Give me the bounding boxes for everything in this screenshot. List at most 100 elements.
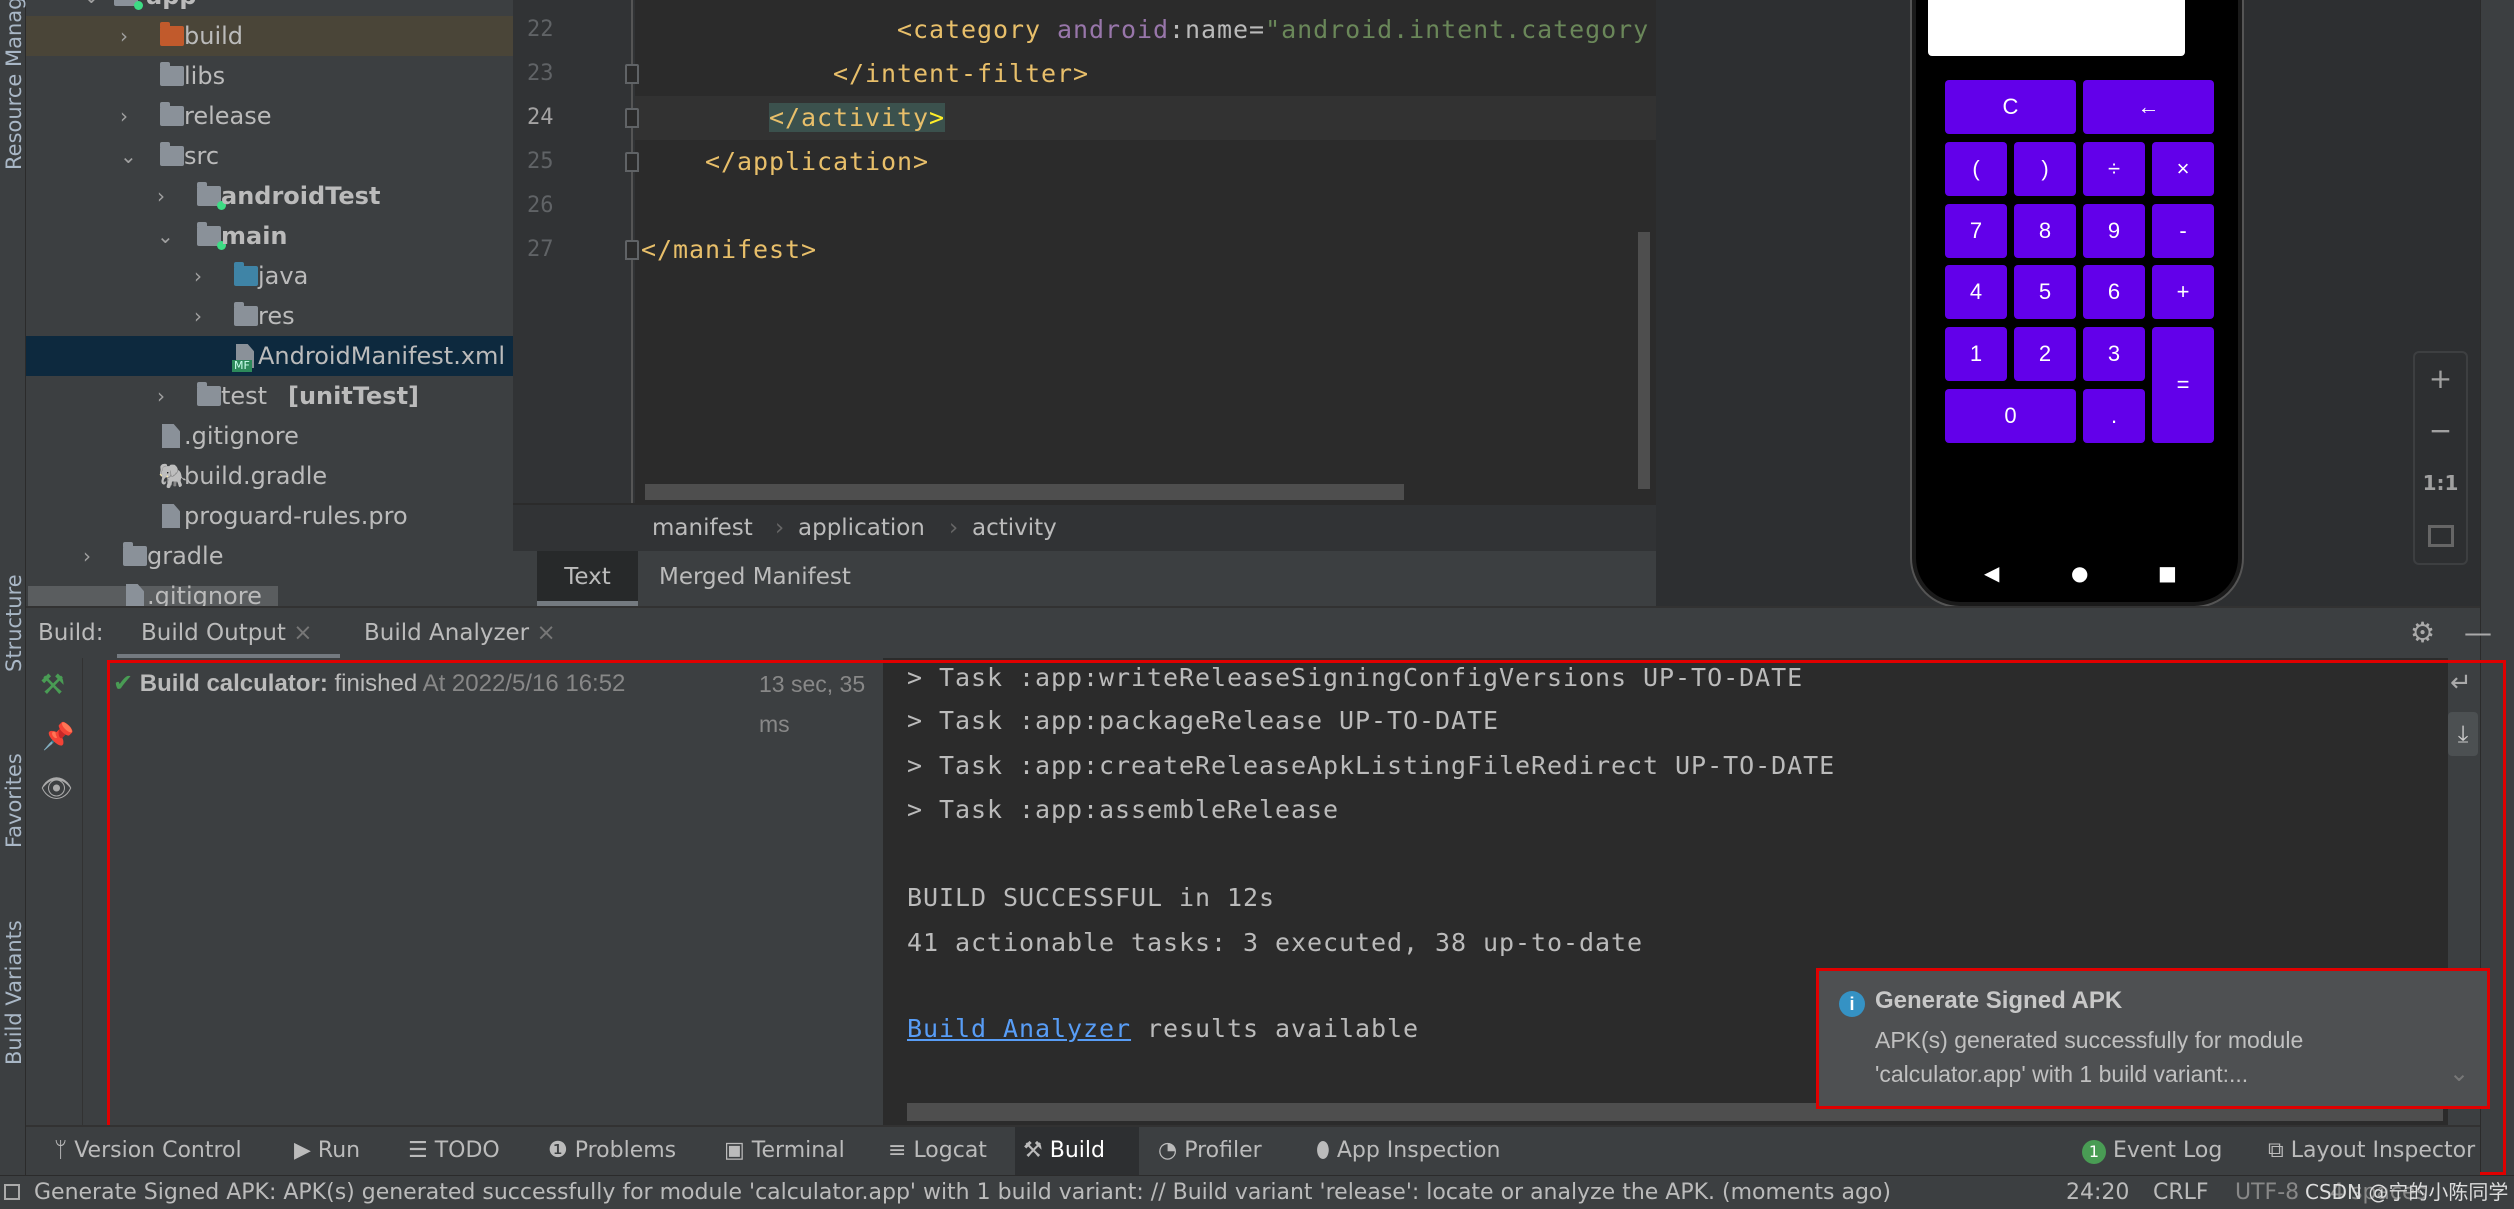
calculator-key[interactable]: 5 [2014,265,2076,319]
calculator-key[interactable]: 2 [2014,327,2076,381]
tool-todo[interactable]: ☰ TODO [400,1127,508,1175]
tool-profiler[interactable]: ◔ Profiler [1150,1127,1270,1175]
tool-windows-toggle-icon[interactable] [4,1184,20,1200]
calculator-key[interactable]: + [2152,265,2214,319]
tab-text[interactable]: Text [537,551,638,606]
recents-nav-icon[interactable]: ■ [2158,561,2177,585]
tree-item-release[interactable]: › release [26,96,513,136]
tree-item-proguard[interactable]: proguard-rules.pro [26,496,513,536]
caret-position[interactable]: 24:20 [2066,1176,2129,1209]
calculator-key[interactable]: C [1945,80,2076,134]
notification-balloon[interactable]: i Generate Signed APK APK(s) generated s… [1816,968,2490,1109]
tree-item-src[interactable]: ⌄ src [26,136,513,176]
tree-item-res[interactable]: › res [26,296,513,336]
minimize-icon[interactable]: — [2464,608,2492,658]
build-result-row[interactable]: ✔ Build calculator: finished At 2022/5/1… [113,664,625,704]
editor-vertical-scrollbar[interactable] [1638,232,1650,489]
build-analyzer-link[interactable]: Build Analyzer [907,1014,1131,1043]
chevron-right-icon[interactable]: › [83,536,91,576]
breadcrumb-activity[interactable]: activity [972,505,1057,551]
tool-build[interactable]: ⚒ Build [1015,1127,1139,1175]
tree-item-test[interactable]: › test [unitTest] [26,376,513,416]
file-encoding[interactable]: UTF-8 [2235,1176,2299,1209]
tree-item-androidtest[interactable]: › androidTest [26,176,513,216]
tree-item-androidmanifest[interactable]: MF AndroidManifest.xml [26,336,513,376]
chevron-right-icon[interactable]: › [194,296,202,336]
calculator-key[interactable]: = [2152,327,2214,443]
tool-problems[interactable]: ❶ Problems [540,1127,684,1175]
hammer-icon[interactable]: ⚒ [40,668,65,701]
zoom-actual-size-button[interactable]: 1:1 [2415,457,2466,509]
tab-merged-manifest[interactable]: Merged Manifest [659,551,851,603]
chevron-down-icon[interactable]: ⌄ [2449,1059,2469,1088]
home-nav-icon[interactable]: ● [2071,561,2088,585]
tree-item-java[interactable]: › java [26,256,513,296]
gear-icon[interactable]: ⚙ [2410,608,2435,658]
line-separator[interactable]: CRLF [2153,1176,2209,1209]
fold-marker-icon[interactable] [625,152,639,172]
resource-manager-tab[interactable]: Resource Manager [2,0,26,170]
tree-item-gradle[interactable]: › gradle [26,536,513,576]
tool-run[interactable]: ▶ Run [286,1127,368,1175]
tab-build-output[interactable]: Build Output × [117,608,340,658]
tab-build-analyzer[interactable]: Build Analyzer × [364,608,556,658]
tree-item-main[interactable]: ⌄ main [26,216,513,256]
eye-icon[interactable]: 👁 [40,774,73,804]
favorites-tab[interactable]: Favorites [2,753,26,848]
breadcrumb-application[interactable]: application [798,505,925,551]
pin-icon[interactable]: 📌 [42,722,74,752]
chevron-right-icon[interactable]: › [157,176,165,216]
calculator-key[interactable]: - [2152,204,2214,258]
zoom-fit-button[interactable] [2415,509,2466,561]
calculator-key[interactable]: 8 [2014,204,2076,258]
back-nav-icon[interactable]: ◀ [1984,561,1999,585]
zoom-in-button[interactable]: + [2415,353,2466,405]
fold-marker-icon[interactable] [625,108,639,128]
chevron-down-icon[interactable]: ⌄ [120,136,137,176]
tool-event-log[interactable]: 1 Event Log [2074,1127,2230,1175]
tree-item-app[interactable]: ⌄ app [26,0,513,16]
zoom-out-button[interactable]: − [2415,405,2466,457]
tool-logcat[interactable]: ≡ Logcat [880,1127,995,1175]
calculator-key[interactable]: 3 [2083,327,2145,381]
chevron-right-icon[interactable]: › [157,376,165,416]
calculator-key[interactable]: 9 [2083,204,2145,258]
tool-terminal[interactable]: ▣ Terminal [716,1127,853,1175]
chevron-down-icon[interactable]: ⌄ [157,216,174,256]
calculator-key[interactable]: . [2083,389,2145,443]
calculator-key[interactable]: 0 [1945,389,2076,443]
code-editor[interactable]: 22 23 24 25 26 27 <category android:name… [513,0,1656,503]
chevron-down-icon[interactable]: ⌄ [83,0,100,16]
editor-horizontal-scrollbar[interactable] [645,484,1404,500]
calculator-key[interactable]: ( [1945,142,2007,196]
calculator-key[interactable]: × [2152,142,2214,196]
structure-tab[interactable]: Structure [2,574,26,672]
chevron-right-icon[interactable]: › [120,16,128,56]
tool-app-inspection[interactable]: ⬮ App Inspection [1308,1127,1508,1175]
calculator-key[interactable]: 6 [2083,265,2145,319]
tool-version-control[interactable]: ᛘ Version Control [46,1127,250,1175]
build-variants-tab[interactable]: Build Variants [2,920,26,1065]
tree-item-gitignore[interactable]: .gitignore [26,416,513,456]
calculator-key[interactable]: 7 [1945,204,2007,258]
calculator-key[interactable]: ← [2083,80,2214,134]
tree-item-gitignore-root[interactable]: .gitignore [26,576,513,608]
fold-marker-icon[interactable] [625,64,639,84]
calculator-key[interactable]: ) [2014,142,2076,196]
soft-wrap-icon[interactable]: ↵ [2450,668,2472,698]
tree-item-libs[interactable]: libs [26,56,513,96]
tree-item-build-gradle[interactable]: 🐘 build.gradle [26,456,513,496]
fold-marker-icon[interactable] [625,240,639,260]
close-icon[interactable]: × [536,620,555,646]
calculator-key[interactable]: ÷ [2083,142,2145,196]
chevron-right-icon[interactable]: › [194,256,202,296]
scroll-to-end-icon[interactable]: ⤓ [2448,712,2478,756]
tool-layout-inspector[interactable]: ⧉ Layout Inspector [2260,1127,2483,1175]
calculator-key[interactable]: 4 [1945,265,2007,319]
tree-item-build[interactable]: › build [26,16,513,56]
breadcrumb-manifest[interactable]: manifest [652,505,753,551]
close-icon[interactable]: × [293,620,312,646]
status-message[interactable]: Generate Signed APK: APK(s) generated su… [34,1176,1891,1209]
chevron-right-icon[interactable]: › [120,96,128,136]
calculator-key[interactable]: 1 [1945,327,2007,381]
